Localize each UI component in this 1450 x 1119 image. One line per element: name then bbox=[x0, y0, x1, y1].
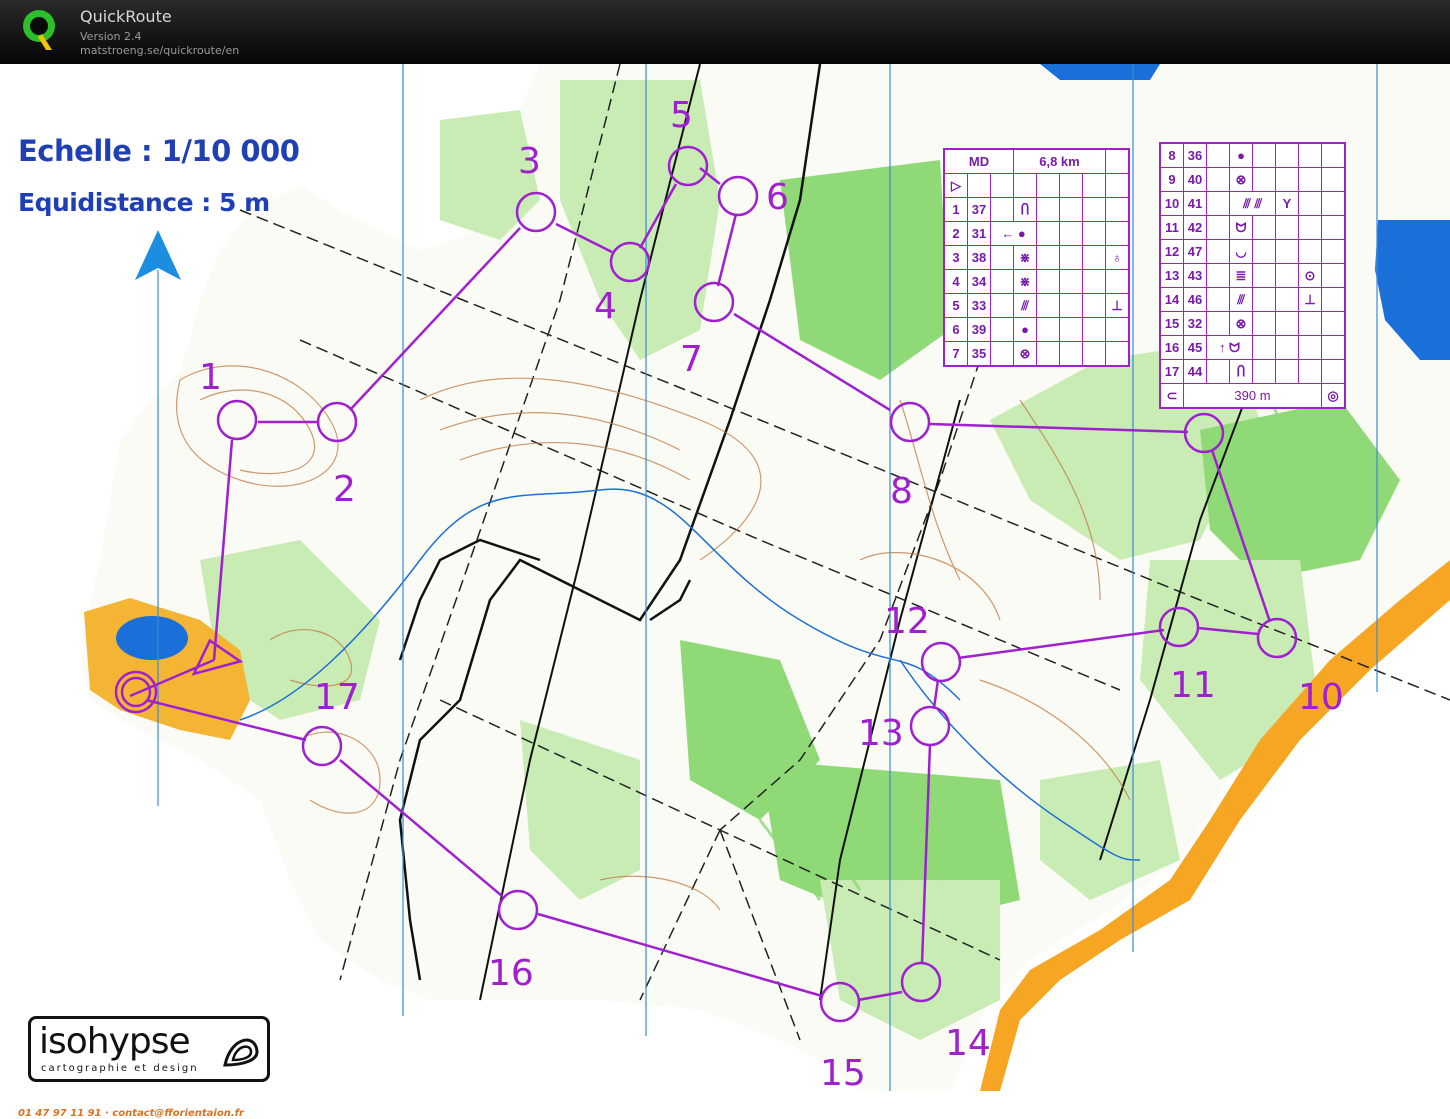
footer-contact: 01 47 97 11 91 · contact@fforientaion.fr bbox=[18, 1108, 244, 1119]
map-equidistance: Equidistance : 5 m bbox=[18, 188, 270, 217]
quickroute-logo-icon bbox=[23, 10, 55, 50]
description-row: 12 47 ◡ bbox=[1159, 239, 1346, 264]
description-row: 17 44 Ⴖ bbox=[1159, 359, 1346, 384]
finish-circle-icon: ◎ bbox=[1321, 383, 1346, 409]
description-row: 8 36 ● bbox=[1159, 142, 1346, 168]
start-triangle-icon: ▷ bbox=[943, 173, 968, 198]
description-row: 13 43 ≣ ⊙ bbox=[1159, 263, 1346, 288]
app-titlebar: QuickRoute Version 2.4 matstroeng.se/qui… bbox=[0, 0, 1450, 64]
orienteering-map[interactable]: Echelle : 1/10 000 Equidistance : 5 m 1 … bbox=[0, 63, 1450, 1119]
control-number-15: 15 bbox=[820, 1053, 866, 1094]
map-scale: Echelle : 1/10 000 bbox=[18, 134, 300, 168]
description-row: 9 40 ⊗ bbox=[1159, 167, 1346, 192]
publisher-logo: isohypse cartographie et design bbox=[28, 1016, 270, 1082]
description-row: 7 35 ⊗ bbox=[943, 341, 1130, 367]
description-row: 11 42 ᗢ bbox=[1159, 215, 1346, 240]
control-number-6: 6 bbox=[766, 177, 789, 218]
description-row: 3 38 ⋇ ♁ bbox=[943, 245, 1130, 270]
control-number-16: 16 bbox=[488, 953, 534, 994]
control-number-17: 17 bbox=[314, 677, 360, 718]
control-number-5: 5 bbox=[670, 95, 693, 136]
control-number-14: 14 bbox=[945, 1023, 991, 1064]
description-row: 16 45 ↑ ᗢ bbox=[1159, 335, 1346, 360]
course-length: 6,8 km bbox=[1013, 148, 1106, 174]
description-row: 4 34 ⋇ bbox=[943, 269, 1130, 294]
control-number-1: 1 bbox=[199, 357, 222, 398]
control-number-4: 4 bbox=[594, 286, 617, 327]
control-descriptions-right: 8 36 ● 9 40 ⊗ 10 41 ⫻ ⫻ Y 11 42 ᗢ 12 47 ◡ 13 43 ≣ ⊙ 14… bbox=[1159, 142, 1346, 409]
publisher-tagline: cartographie et design bbox=[41, 1063, 199, 1074]
control-number-11: 11 bbox=[1170, 665, 1216, 706]
description-row: 2 31 ← ● bbox=[943, 221, 1130, 246]
description-row: 6 39 ● bbox=[943, 317, 1130, 342]
course-class: MD bbox=[943, 148, 1014, 174]
description-row: 1 37 Ⴖ bbox=[943, 197, 1130, 222]
control-number-12: 12 bbox=[884, 601, 930, 642]
description-row: 15 32 ⊗ bbox=[1159, 311, 1346, 336]
app-name: QuickRoute bbox=[80, 7, 172, 26]
description-row: 14 46 ⫻ ⊥ bbox=[1159, 287, 1346, 312]
finish-icon: ⊂ bbox=[1159, 383, 1184, 409]
description-row: 10 41 ⫻ ⫻ Y bbox=[1159, 191, 1346, 216]
description-row: 5 33 ⫻ ⊥ bbox=[943, 293, 1130, 318]
app-version: Version 2.4 bbox=[80, 30, 142, 43]
control-number-2: 2 bbox=[333, 469, 356, 510]
control-number-3: 3 bbox=[518, 141, 541, 182]
control-number-8: 8 bbox=[890, 471, 913, 512]
control-number-7: 7 bbox=[680, 339, 703, 380]
control-number-10: 10 bbox=[1298, 677, 1344, 718]
publisher-name: isohypse bbox=[39, 1021, 191, 1062]
control-descriptions-left: MD 6,8 km ▷ 1 37 Ⴖ 2 31 ← ● 3 38 ⋇ ♁ 4 34 ⋇ 5 33 ⫻ ⊥… bbox=[943, 148, 1130, 367]
contour-logo-icon bbox=[223, 1038, 259, 1067]
app-url[interactable]: matstroeng.se/quickroute/en bbox=[80, 44, 239, 57]
control-number-13: 13 bbox=[858, 713, 904, 754]
finish-distance: 390 m bbox=[1183, 383, 1322, 409]
